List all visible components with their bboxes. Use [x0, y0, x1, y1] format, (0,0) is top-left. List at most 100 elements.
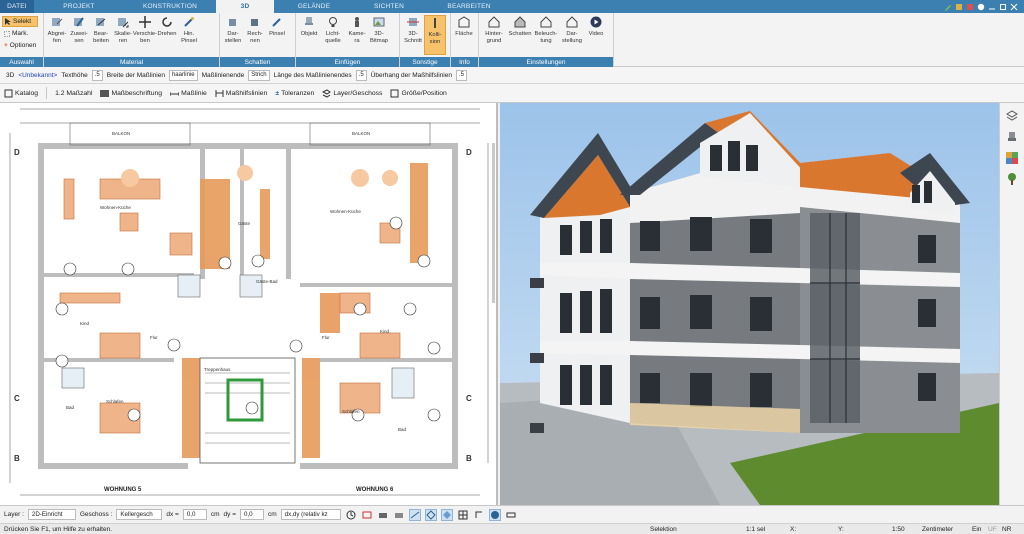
dimension-toolbar: Katalog 1.2 Maßzahl Maßbeschriftung Maßl…: [0, 84, 1024, 103]
floor-plan-view[interactable]: D D C C B B BALKON BALKON Wohnen-Küche W…: [0, 103, 498, 505]
book-icon: [4, 89, 13, 97]
pinsel-button[interactable]: Pinsel: [266, 15, 288, 55]
bearbeiten-button[interactable]: Bear- beiten: [90, 15, 112, 55]
floor-select[interactable]: Kellergesch: [116, 509, 163, 520]
layer-label: Layer :: [4, 511, 24, 518]
tab-gelaende[interactable]: GELÄNDE: [274, 0, 354, 13]
line-end-label: Maßlinienende: [201, 71, 245, 79]
coordinate-mode-select[interactable]: dx,dy (relativ kz: [280, 509, 341, 520]
tree-plants-icon[interactable]: [1005, 172, 1019, 186]
optionen-button[interactable]: + Optionen: [2, 40, 38, 51]
verschieben-button[interactable]: Verschie- ben: [132, 15, 158, 55]
abgreifen-button[interactable]: Abgrei- fen: [46, 15, 68, 55]
selekt-button[interactable]: Selekt: [2, 16, 39, 27]
layers-panel-icon[interactable]: [1005, 109, 1019, 123]
tab-sichten[interactable]: SICHTEN: [354, 0, 424, 13]
label-schlafen-5: Schlafen: [106, 399, 124, 404]
3d-bitmap-button[interactable]: 3D- Bitmap: [368, 15, 390, 55]
abgreifen-label: Abgrei- fen: [47, 31, 67, 44]
hintergrund-label: Hinter- grund: [485, 31, 503, 44]
massbeschriftung-button[interactable]: Maßbeschriftung: [100, 89, 162, 98]
tab-datei[interactable]: DATEI: [0, 0, 34, 13]
video-button[interactable]: Video: [585, 15, 607, 55]
line-end-length-input[interactable]: .5: [355, 69, 367, 81]
lichtquelle-button[interactable]: Licht- quelle: [320, 15, 346, 55]
drehen-button[interactable]: Drehen: [156, 15, 178, 55]
objekt-button[interactable]: Objekt: [298, 15, 320, 55]
snap-line-icon[interactable]: [408, 508, 421, 521]
save-icon[interactable]: [955, 3, 963, 11]
minimize-icon[interactable]: [988, 3, 996, 11]
kamera-button[interactable]: Kame- ra: [346, 15, 368, 55]
snap-point-icon[interactable]: [440, 508, 453, 521]
dy-input[interactable]: 0,0: [240, 509, 264, 520]
rechnen-button[interactable]: Rech- nen: [244, 15, 266, 55]
layer-geschoss-label: Layer/Geschoss: [333, 89, 383, 97]
axis-d-right: D: [466, 148, 472, 157]
text-height-input[interactable]: .5: [91, 69, 103, 81]
label-treppenhaus: Treppenhaus: [204, 367, 231, 372]
group-info: Fläche Info: [451, 13, 479, 67]
schatten-einstellung-button[interactable]: Schatten: [507, 15, 533, 55]
collision-icon: [428, 16, 442, 30]
3d-view[interactable]: [500, 103, 999, 505]
measure-icon[interactable]: [505, 509, 517, 521]
clock-icon[interactable]: [345, 509, 357, 521]
overhang-label: Überhang der Maßhilfslinien: [370, 71, 452, 79]
darstellung-button[interactable]: Dar- stellung: [559, 15, 585, 55]
tab-3d[interactable]: 3D: [216, 0, 274, 13]
katalog-button[interactable]: Katalog: [4, 89, 38, 98]
groesse-position-button[interactable]: Größe/Position: [390, 89, 447, 98]
hin-pinsel-label: Hin. Pinsel: [181, 31, 197, 44]
snap-edge-icon[interactable]: [424, 508, 437, 521]
masszahl-button[interactable]: 1.2 Maßzahl: [55, 90, 92, 97]
zuweisen-button[interactable]: Zuwei- sen: [68, 15, 90, 55]
kollision-button[interactable]: Kolli- sion: [424, 15, 446, 55]
tab-bearbeiten[interactable]: BEARBEITEN: [424, 0, 514, 13]
overhang-input[interactable]: .5: [455, 69, 467, 81]
status-nr: NR: [1002, 525, 1012, 533]
layer-geschoss-button[interactable]: Layer/Geschoss: [322, 88, 383, 98]
label-kind-6: Kind: [380, 329, 390, 334]
3d-schnitt-button[interactable]: 3D- Schnitt: [402, 15, 424, 55]
snapshot-icon[interactable]: [393, 509, 405, 521]
ortho-icon[interactable]: [473, 509, 485, 521]
pen-icon[interactable]: [944, 3, 952, 11]
line-width-select[interactable]: haarlinie: [168, 69, 198, 81]
tab-konstruktion[interactable]: KONSTRUKTION: [124, 0, 216, 13]
help-icon[interactable]: [977, 3, 985, 11]
dx-input[interactable]: 0,0: [182, 509, 207, 520]
toleranzen-button[interactable]: ± Toleranzen: [275, 90, 314, 97]
furniture-panel-icon[interactable]: [1005, 130, 1019, 144]
layer-select[interactable]: <Unbekannt>: [18, 72, 57, 79]
video-label: Video: [588, 31, 604, 37]
grid-icon[interactable]: [457, 509, 469, 521]
color-palette-icon[interactable]: [1005, 151, 1019, 165]
tab-projekt[interactable]: PROJEKT: [34, 0, 124, 13]
status-scale-sel: 1:1 sel: [746, 525, 766, 533]
display-house-icon: [565, 15, 579, 29]
close-icon[interactable]: [1010, 3, 1018, 11]
camera-icon[interactable]: [377, 509, 389, 521]
north-icon[interactable]: [488, 508, 501, 521]
hin-pinsel-button[interactable]: Hin. Pinsel: [178, 15, 200, 55]
markieren-button[interactable]: Mark.: [2, 28, 38, 39]
layers-icon[interactable]: [966, 3, 974, 11]
layer-select[interactable]: 2D-Einricht: [27, 509, 76, 520]
flaeche-button[interactable]: Fläche: [453, 15, 475, 55]
screen-icon[interactable]: [361, 509, 373, 521]
hintergrund-button[interactable]: Hinter- grund: [481, 15, 507, 55]
beleuchtung-button[interactable]: Beleuch- tung: [533, 15, 559, 55]
drehen-label: Drehen: [157, 31, 177, 37]
lighting-house-icon: [539, 15, 553, 29]
line-end-select[interactable]: Strich: [248, 69, 270, 81]
maximize-icon[interactable]: [999, 3, 1007, 11]
verschieben-label: Verschie- ben: [132, 31, 158, 44]
masslinie-button[interactable]: Maßlinie: [170, 89, 207, 98]
masshilfslinien-button[interactable]: Maßhilfslinien: [215, 89, 267, 98]
bearbeiten-label: Bear- beiten: [93, 31, 109, 44]
group-label-einfuegen: Einfügen: [296, 57, 399, 67]
darstellen-button[interactable]: Dar- stellen: [222, 15, 244, 55]
skalieren-button[interactable]: Skalie- ren: [112, 15, 134, 55]
darstellung-label: Dar- stellung: [562, 31, 582, 44]
